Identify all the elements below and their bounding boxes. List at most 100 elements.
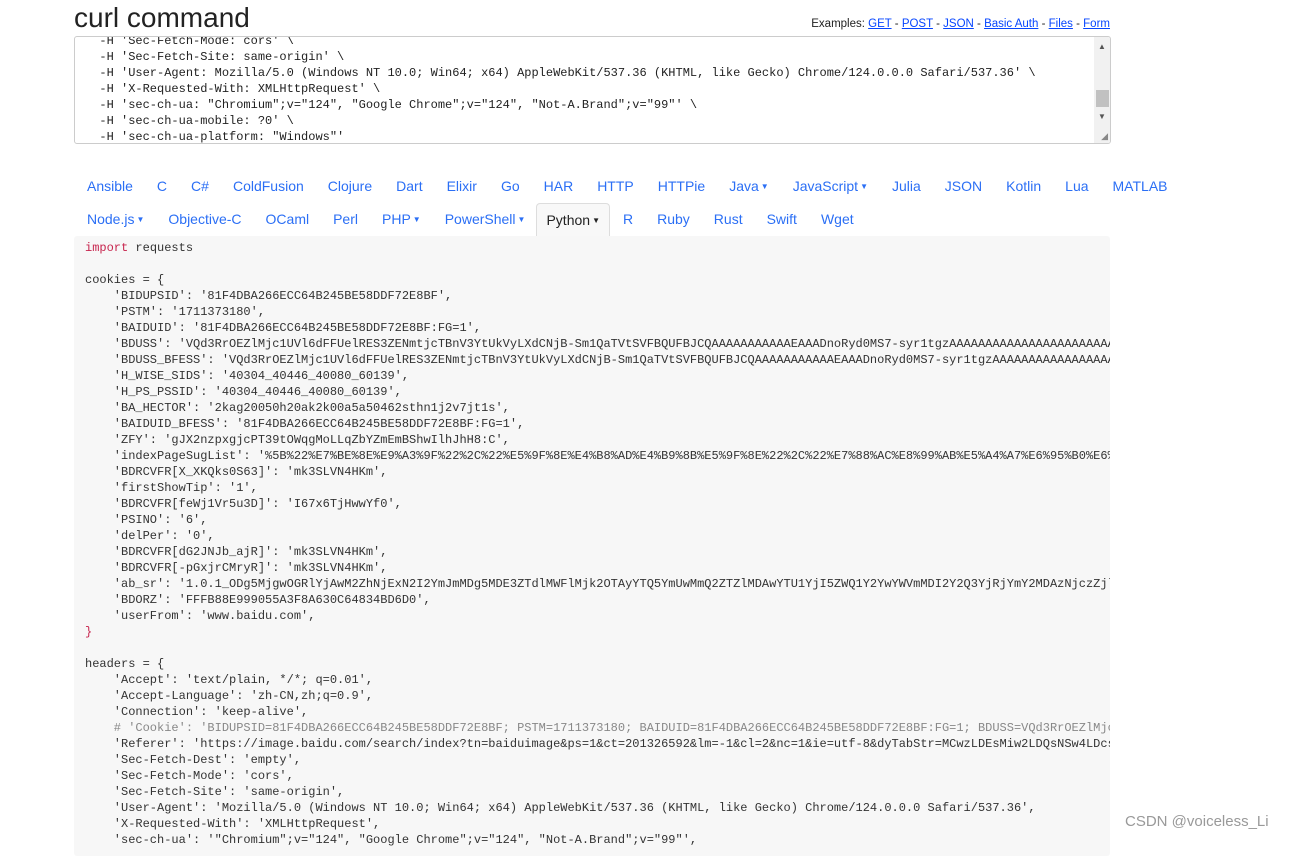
tab-label: Ansible (87, 178, 133, 194)
tab-rust[interactable]: Rust (701, 203, 754, 236)
tab-label: HAR (543, 178, 574, 194)
tab-label: HTTPie (657, 178, 706, 194)
textarea-scrollbar[interactable]: ▲ ▼ (1094, 37, 1110, 143)
curl-line: -H 'sec-ch-ua-mobile: ?0' \ (85, 114, 294, 128)
tab-label: Rust (713, 211, 743, 227)
tab-label: C# (191, 178, 209, 194)
caret-down-icon: ▼ (760, 182, 769, 191)
code-line: 'ZFY': 'gJX2nzpxgjcPT39tOWqgMoLLqZbYZmEm… (85, 433, 510, 447)
code-line: import requests (85, 241, 194, 255)
tab-clojure[interactable]: Clojure (315, 170, 383, 203)
tab-label: Swift (766, 211, 797, 227)
code-line: # 'Cookie': 'BIDUPSID=81F4DBA266ECC64B24… (85, 721, 1110, 735)
tab-label: Node.js (87, 211, 135, 227)
code-line: 'Sec-Fetch-Site': 'same-origin', (85, 785, 345, 799)
example-get-link[interactable]: GET (868, 18, 891, 30)
tab-python[interactable]: Python ▼ (536, 203, 610, 237)
curl-line: -H 'User-Agent: Mozilla/5.0 (Windows NT … (85, 66, 1036, 80)
examples-links: Examples: GET - POST - JSON - Basic Auth… (811, 18, 1110, 30)
scroll-down-arrow-icon[interactable]: ▼ (1094, 109, 1110, 125)
tab-php[interactable]: PHP ▼ (369, 203, 432, 236)
tab-label: OCaml (265, 211, 310, 227)
code-line: 'delPer': '0', (85, 529, 215, 543)
tab-c[interactable]: C (144, 170, 178, 203)
example-basic-auth-link[interactable]: Basic Auth (984, 18, 1038, 30)
tab-perl[interactable]: Perl (320, 203, 369, 236)
scroll-thumb[interactable] (1096, 90, 1109, 107)
code-line: 'Accept-Language': 'zh-CN,zh;q=0.9', (85, 689, 374, 703)
code-line: 'H_PS_PSSID': '40304_40446_40080_60139', (85, 385, 402, 399)
tab-node-js[interactable]: Node.js ▼ (74, 203, 155, 236)
code-line: cookies = { (85, 273, 165, 287)
example-form-link[interactable]: Form (1083, 18, 1110, 30)
tab-elixir[interactable]: Elixir (434, 170, 488, 203)
tab-label: PowerShell (444, 211, 516, 227)
tab-swift[interactable]: Swift (754, 203, 808, 236)
code-line: 'Sec-Fetch-Dest': 'empty', (85, 753, 302, 767)
tab-label: Ruby (657, 211, 690, 227)
example-files-link[interactable]: Files (1049, 18, 1073, 30)
tab-julia[interactable]: Julia (879, 170, 932, 203)
tab-label: JSON (944, 178, 983, 194)
tab-kotlin[interactable]: Kotlin (993, 170, 1052, 203)
code-line: 'sec-ch-ua': '"Chromium";v="124", "Googl… (85, 833, 698, 847)
tab-json[interactable]: JSON (932, 170, 993, 203)
tab-label: R (622, 211, 634, 227)
tab-label: Java (729, 178, 759, 194)
tab-java[interactable]: Java ▼ (716, 170, 780, 203)
code-line: 'BDUSS_BFESS': 'VQd3RrOEZlMjc1UVl6dFFUel… (85, 353, 1110, 367)
tab-dart[interactable]: Dart (383, 170, 433, 203)
caret-down-icon: ▼ (136, 215, 145, 224)
tab-httpie[interactable]: HTTPie (645, 170, 716, 203)
language-tabs-row-2: Node.js ▼ Objective-C OCaml Perl PHP ▼ PowerShe… (74, 203, 1114, 237)
code-line: 'BDRCVFR[dG2JNJb_ajR]': 'mk3SLVN4HKm', (85, 545, 388, 559)
tab-lua[interactable]: Lua (1052, 170, 1099, 203)
generated-code-block: import requests cookies = { 'BIDUPSID': … (74, 236, 1110, 856)
code-line: 'X-Requested-With': 'XMLHttpRequest', (85, 817, 381, 831)
tab-ruby[interactable]: Ruby (644, 203, 701, 236)
tab-label: Go (500, 178, 520, 194)
tab-objective-c[interactable]: Objective-C (155, 203, 252, 236)
code-line: 'BIDUPSID': '81F4DBA266ECC64B245BE58DDF7… (85, 289, 453, 303)
tab-go[interactable]: Go (488, 170, 531, 203)
tab-ansible[interactable]: Ansible (74, 170, 144, 203)
curl-command-textarea[interactable]: -H 'Sec-Fetch-Mode: cors' \ -H 'Sec-Fetc… (74, 36, 1111, 144)
resize-grip-icon[interactable]: ◢ (1101, 131, 1108, 142)
code-line: headers = { (85, 657, 165, 671)
code-line: 'Connection': 'keep-alive', (85, 705, 309, 719)
tab-c-[interactable]: C# (178, 170, 220, 203)
example-json-link[interactable]: JSON (943, 18, 974, 30)
tab-powershell[interactable]: PowerShell ▼ (432, 203, 537, 236)
caret-down-icon: ▼ (412, 215, 421, 224)
tab-label: JavaScript (792, 178, 859, 194)
tab-label: Clojure (327, 178, 373, 194)
curl-line: -H 'X-Requested-With: XMLHttpRequest' \ (85, 82, 381, 96)
code-line: 'H_WISE_SIDS': '40304_40446_40080_60139'… (85, 369, 410, 383)
tab-matlab[interactable]: MATLAB (1100, 170, 1179, 203)
tab-coldfusion[interactable]: ColdFusion (220, 170, 315, 203)
tab-label: Kotlin (1006, 178, 1042, 194)
scroll-up-arrow-icon[interactable]: ▲ (1094, 39, 1110, 55)
tab-label: HTTP (597, 178, 634, 194)
tab-label: Elixir (446, 178, 477, 194)
tab-ocaml[interactable]: OCaml (253, 203, 321, 236)
tab-r[interactable]: R (610, 203, 644, 236)
curl-command-text[interactable]: -H 'Sec-Fetch-Mode: cors' \ -H 'Sec-Fetc… (85, 37, 1036, 144)
code-line: 'indexPageSugList': '%5B%22%E7%BE%8E%E9%… (85, 449, 1110, 463)
code-line: 'Accept': 'text/plain, */*; q=0.01', (85, 673, 374, 687)
code-line: 'BA_HECTOR': '2kag20050h20ak2k00a5a50462… (85, 401, 510, 415)
example-post-link[interactable]: POST (902, 18, 933, 30)
curl-line: -H 'sec-ch-ua: "Chromium";v="124", "Goog… (85, 98, 698, 112)
tab-label: Julia (891, 178, 921, 194)
tab-har[interactable]: HAR (531, 170, 585, 203)
tab-http[interactable]: HTTP (584, 170, 645, 203)
code-line: 'BDRCVFR[X_XKQks0S63]': 'mk3SLVN4HKm', (85, 465, 388, 479)
tab-javascript[interactable]: JavaScript ▼ (780, 170, 879, 203)
language-tabs-row-1: Ansible C C# ColdFusion Clojure Dart Elixir Go H… (74, 170, 1168, 203)
tab-label: Python (546, 212, 591, 228)
curl-line: -H 'sec-ch-ua-platform: "Windows"' (85, 130, 345, 144)
caret-down-icon: ▼ (517, 215, 526, 224)
tab-wget[interactable]: Wget (808, 203, 865, 236)
tab-label: Dart (396, 178, 423, 194)
